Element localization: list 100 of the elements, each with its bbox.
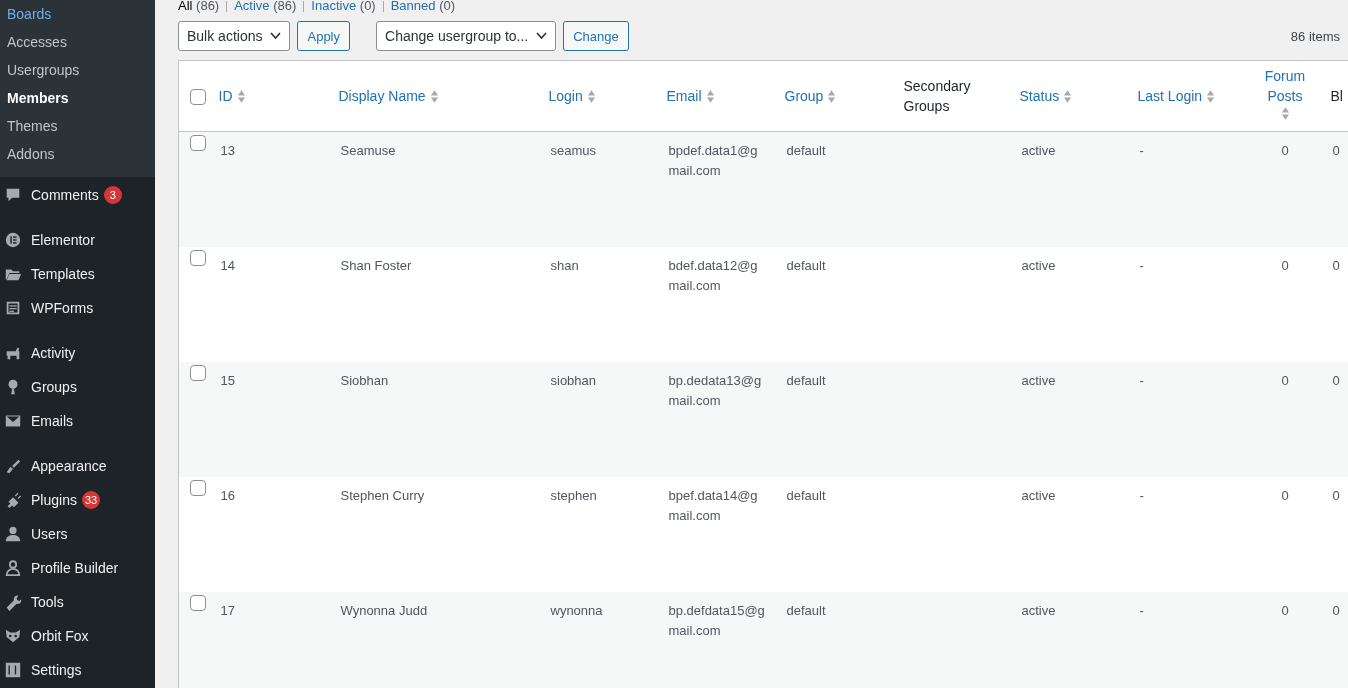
filter-link[interactable]: Inactive (0): [311, 0, 376, 13]
table-cell: 0: [1281, 258, 1289, 273]
table-cell: Stephen Curry: [340, 488, 425, 503]
table-cell: -: [1139, 143, 1144, 158]
table-cell: siobhan: [550, 373, 597, 388]
column-header[interactable]: Status: [1019, 86, 1073, 106]
table-cell: active: [1021, 258, 1056, 273]
filter-link[interactable]: Banned (0): [390, 0, 456, 13]
menu-item[interactable]: Tools: [0, 585, 155, 619]
table-cell: bp.dedata13@gmail.com: [668, 373, 762, 408]
table-cell: default: [786, 258, 826, 273]
select-all-checkbox[interactable]: [190, 89, 206, 106]
column-header[interactable]: Forum Posts: [1255, 66, 1315, 126]
brush-icon: [4, 457, 22, 475]
column-header[interactable]: Login: [548, 86, 596, 106]
table-cell: 0: [1332, 488, 1340, 503]
table-cell: 0: [1281, 143, 1289, 158]
menu-item[interactable]: Elementor: [0, 223, 155, 257]
table-cell: -: [1139, 603, 1144, 618]
submenu-item[interactable]: Addons: [0, 142, 155, 170]
table-cell: default: [786, 488, 826, 503]
usergroup-select[interactable]: Change usergroup to...: [376, 21, 557, 51]
menu-item[interactable]: Emails: [0, 404, 155, 438]
table-cell: 0: [1332, 258, 1340, 273]
sort-icon: [827, 88, 837, 104]
submenu-item[interactable]: Boards: [0, 2, 155, 30]
table-cell: bpef.data14@gmail.com: [668, 488, 758, 523]
submenu-item[interactable]: Members: [0, 86, 155, 114]
menu-item[interactable]: Orbit Fox: [0, 619, 155, 653]
table-cell: 0: [1332, 603, 1340, 618]
sort-icon: [586, 88, 596, 104]
change-button[interactable]: Change: [563, 21, 629, 51]
menu-item[interactable]: Profile Builder: [0, 551, 155, 585]
row-checkbox[interactable]: [190, 479, 206, 496]
table-cell: 0: [1281, 373, 1289, 388]
sort-icon: [236, 88, 246, 104]
column-header[interactable]: ID: [218, 86, 246, 106]
submenu-item[interactable]: Accesses: [0, 30, 155, 58]
table-cell: 13: [220, 143, 235, 158]
column-header[interactable]: Display Name: [338, 86, 439, 106]
sort-icon: [429, 88, 439, 104]
bulk-actions-select[interactable]: Bulk actions: [178, 21, 291, 51]
count-badge: 33: [81, 491, 101, 509]
table-cell: 0: [1332, 143, 1340, 158]
row-checkbox[interactable]: [190, 594, 206, 611]
filter-link[interactable]: All (86): [178, 0, 220, 13]
table-cell: active: [1021, 603, 1056, 618]
column-header[interactable]: Last Login: [1137, 86, 1216, 106]
sort-icon: [1280, 106, 1290, 121]
table-cell: -: [1139, 373, 1144, 388]
menu-item[interactable]: Comments 3: [0, 178, 155, 212]
column-header[interactable]: Email: [666, 86, 715, 106]
menu-item[interactable]: Plugins 33: [0, 483, 155, 517]
table-cell: -: [1139, 258, 1144, 273]
table-cell: bdef.data12@gmail.com: [668, 258, 758, 293]
submenu-item[interactable]: Themes: [0, 114, 155, 142]
sort-icon: [1206, 88, 1216, 104]
table-cell: 0: [1281, 488, 1289, 503]
menu-item[interactable]: Templates: [0, 257, 155, 291]
table-cell: default: [786, 373, 826, 388]
apply-button[interactable]: Apply: [297, 21, 350, 51]
e-logo-icon: [4, 231, 22, 249]
table-cell: 16: [220, 488, 235, 503]
table-cell: 0: [1281, 603, 1289, 618]
menu-item[interactable]: Appearance: [0, 449, 155, 483]
chevron-icon: [536, 32, 548, 40]
menu-item[interactable]: Users: [0, 517, 155, 551]
menu-item[interactable]: Activity: [0, 336, 155, 370]
table-cell: default: [786, 603, 826, 618]
table-cell: seamus: [550, 143, 597, 158]
wrench-icon: [4, 593, 22, 611]
table-cell: active: [1021, 373, 1056, 388]
row-checkbox[interactable]: [190, 134, 206, 151]
sort-icon: [1063, 88, 1073, 104]
sort-icon: [705, 88, 715, 104]
table-cell: 0: [1332, 373, 1340, 388]
table-cell: Shan Foster: [340, 258, 412, 273]
table-cell: Siobhan: [340, 373, 389, 388]
table-cell: Wynonna Judd: [340, 603, 428, 618]
menu-item[interactable]: Groups: [0, 370, 155, 404]
column-header: Secondary Groups: [903, 78, 971, 114]
table-cell: default: [786, 143, 826, 158]
count-badge: 3: [103, 186, 122, 204]
menu-item[interactable]: WPForms: [0, 291, 155, 325]
table-cell: wynonna: [550, 603, 603, 618]
table-cell: stephen: [550, 488, 597, 503]
table-cell: active: [1021, 488, 1056, 503]
row-checkbox[interactable]: [190, 364, 206, 381]
menu-item[interactable]: Settings: [0, 653, 155, 687]
column-header[interactable]: Group: [784, 86, 837, 106]
table-cell: -: [1139, 488, 1144, 503]
item-count: 86 items: [1290, 28, 1340, 44]
table-cell: 17: [220, 603, 235, 618]
table-cell: Seamuse: [340, 143, 396, 158]
filter-link[interactable]: Active (86): [234, 0, 297, 13]
submenu-item[interactable]: Usergroups: [0, 58, 155, 86]
row-checkbox[interactable]: [190, 249, 206, 266]
table-cell: shan: [550, 258, 579, 273]
table-cell: 15: [220, 373, 235, 388]
chevron-icon: [270, 32, 282, 40]
